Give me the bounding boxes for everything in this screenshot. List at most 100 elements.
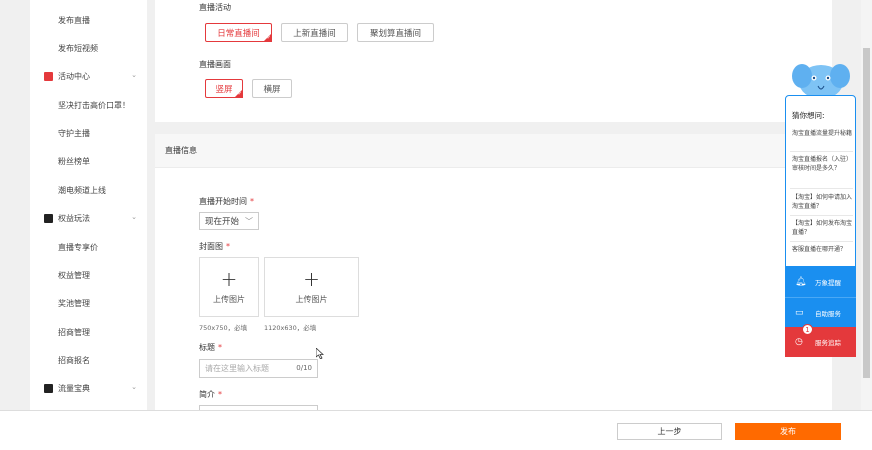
sidebar-item-label: 活动中心 — [58, 71, 90, 81]
hint-square: 750x750，必填 — [199, 324, 248, 332]
chevron-down-icon: ⌄ — [131, 213, 137, 221]
divider — [790, 215, 853, 216]
chevron-down-icon: ⌄ — [131, 71, 137, 79]
required-mark: * — [218, 343, 222, 352]
sidebar-item-label: 流量宝典 — [58, 383, 90, 393]
upload-cover-square[interactable]: + 上传图片 — [199, 257, 259, 317]
option-label: 聚划算直播间 — [369, 28, 421, 39]
screen-option-landscape[interactable]: 横屏 — [252, 79, 292, 98]
previous-step-button[interactable]: 上一步 — [617, 423, 722, 440]
sidebar-item-label: 守护主播 — [58, 128, 90, 138]
chat-icon: ▭ — [795, 307, 804, 318]
service-label: 万象提醒 — [815, 279, 841, 287]
sidebar-item-label: 粉丝榜单 — [58, 156, 90, 166]
assistant-widget: 猜你想问: 淘宝直播流量提升秘籍 淘宝直播报名（入驻）审核时间是多久？ 【淘宝】… — [785, 64, 856, 357]
faq-question[interactable]: 淘宝直播流量提升秘籍 — [792, 129, 852, 138]
chart-icon — [44, 383, 53, 393]
intro-label: 简介 * — [199, 389, 222, 400]
label-text: 简介 — [199, 390, 215, 399]
activity-label: 直播活动 — [199, 3, 231, 12]
scrollbar-thumb[interactable] — [863, 48, 870, 378]
faq-question[interactable]: 【淘宝】如何发布淘宝直播？ — [792, 219, 852, 237]
gift-icon — [44, 213, 53, 223]
sidebar-item-label: 坚决打击高价口罩！ — [58, 100, 130, 110]
cover-label: 封面图 * — [199, 241, 230, 252]
label-text: 直播开始时间 — [199, 197, 247, 206]
sidebar-group-traffic[interactable]: 流量宝典 ⌄ — [30, 378, 147, 398]
sidebar-item-label: 奖池管理 — [58, 298, 90, 308]
bell-icon: 🔔︎ — [795, 277, 807, 287]
label-text: 标题 — [199, 343, 215, 352]
plus-icon: + — [220, 267, 238, 291]
service-reminder-button[interactable]: 🔔︎ 万象提醒 — [785, 267, 856, 297]
self-service-button[interactable]: ▭ 自助服务 — [785, 297, 856, 327]
activity-option-juhuasuan[interactable]: 聚划算直播间 — [357, 23, 434, 42]
sidebar-item-label: 发布短视频 — [58, 43, 98, 53]
notification-badge: 1 — [802, 324, 813, 335]
option-label: 横屏 — [263, 84, 281, 95]
select-value: 现在开始 — [205, 217, 240, 227]
sidebar-item-guard-anchor[interactable]: 守护主播 — [30, 123, 147, 143]
screen-option-portrait[interactable]: 竖屏 ✓ — [205, 79, 243, 98]
start-time-select[interactable]: 现在开始 ﹀ — [199, 212, 259, 230]
sidebar-item-label: 权益玩法 — [58, 213, 90, 223]
option-label: 日常直播间 — [217, 28, 260, 39]
plus-icon: + — [303, 267, 320, 291]
sidebar-item-label: 潮电频道上线 — [58, 185, 106, 195]
option-label: 上新直播间 — [293, 28, 336, 39]
faq-question[interactable]: 【淘宝】如何申请加入淘宝直播？ — [792, 193, 852, 211]
upload-cover-wide[interactable]: + 上传图片 — [264, 257, 359, 317]
service-tracking-button[interactable]: ◷ 服务追踪 — [785, 327, 856, 357]
faq-title: 猜你想问: — [792, 111, 825, 120]
sidebar-item-fan-ranking[interactable]: 粉丝榜单 — [30, 151, 147, 171]
sidebar-item-prize-pool[interactable]: 奖池管理 — [30, 293, 147, 313]
divider — [790, 188, 853, 189]
chevron-down-icon: ⌄ — [131, 383, 137, 391]
sidebar-item-merchant-manage[interactable]: 招商管理 — [30, 322, 147, 342]
faq-question[interactable]: 淘宝直播报名（入驻）审核时间是多久？ — [792, 155, 852, 173]
sidebar-group-rights[interactable]: 权益玩法 ⌄ — [30, 208, 147, 228]
sidebar-item-publish-live[interactable]: 发布直播 — [30, 10, 147, 30]
sidebar-item-live-price[interactable]: 直播专享价 — [30, 237, 147, 257]
divider — [790, 151, 853, 152]
faq-panel: 猜你想问: 淘宝直播流量提升秘籍 淘宝直播报名（入驻）审核时间是多久？ 【淘宝】… — [785, 95, 856, 267]
clock-icon: ◷ — [795, 337, 803, 347]
sidebar-item-mask[interactable]: 坚决打击高价口罩！ — [30, 95, 147, 115]
option-label: 竖屏 — [215, 84, 233, 95]
sidebar-item-rights-manage[interactable]: 权益管理 — [30, 265, 147, 285]
sidebar-item-merchant-signup[interactable]: 招商报名 — [30, 350, 147, 370]
sidebar-group-activity-center[interactable]: 活动中心 ⌄ — [30, 66, 147, 86]
publish-button[interactable]: 发布 — [735, 423, 841, 440]
divider — [790, 241, 853, 242]
screen-label: 直播画面 — [199, 60, 231, 69]
sidebar-item-electronics-channel[interactable]: 潮电频道上线 — [30, 180, 147, 200]
sidebar-item-label: 发布直播 — [58, 15, 90, 25]
title-input[interactable]: 请在这里输入标题 0/10 — [199, 359, 318, 378]
activity-option-new[interactable]: 上新直播间 — [281, 23, 348, 42]
cursor-icon — [316, 348, 324, 359]
sidebar: 发布直播 发布短视频 活动中心 ⌄ 坚决打击高价口罩！ 守护主播 粉丝榜单 潮电… — [30, 0, 147, 410]
page-scrollbar[interactable] — [861, 0, 872, 410]
hint-wide: 1120x630，必填 — [264, 324, 317, 332]
elephant-mascot-icon — [792, 64, 850, 99]
char-counter: 0/10 — [296, 364, 312, 372]
live-info-header: 直播信息 — [155, 134, 832, 168]
service-label: 自助服务 — [815, 309, 841, 318]
sidebar-item-publish-video[interactable]: 发布短视频 — [30, 38, 147, 58]
sidebar-item-label: 权益管理 — [58, 270, 90, 280]
sidebar-item-label: 招商报名 — [58, 355, 90, 365]
sidebar-item-label: 直播专享价 — [58, 242, 98, 252]
live-settings-card: 直播活动 日常直播间 ✓ 上新直播间 聚划算直播间 直播画面 竖屏 ✓ 横屏 — [155, 0, 832, 122]
check-icon: ✓ — [266, 35, 271, 41]
faq-question[interactable]: 客服直播在哪开通？ — [792, 245, 852, 254]
check-icon: ✓ — [237, 91, 242, 97]
input-placeholder: 请在这里输入标题 — [205, 364, 269, 373]
upload-label: 上传图片 — [295, 295, 328, 304]
live-info-card: 直播开始时间 * 现在开始 ﹀ 封面图 * + 上传图片 + 上传图片 750x75… — [155, 168, 832, 411]
activity-option-daily[interactable]: 日常直播间 ✓ — [205, 23, 272, 42]
title-label: 标题 * — [199, 342, 222, 353]
calendar-icon — [44, 71, 53, 81]
required-mark: * — [218, 390, 222, 399]
required-mark: * — [226, 242, 230, 251]
start-time-label: 直播开始时间 * — [199, 196, 254, 207]
